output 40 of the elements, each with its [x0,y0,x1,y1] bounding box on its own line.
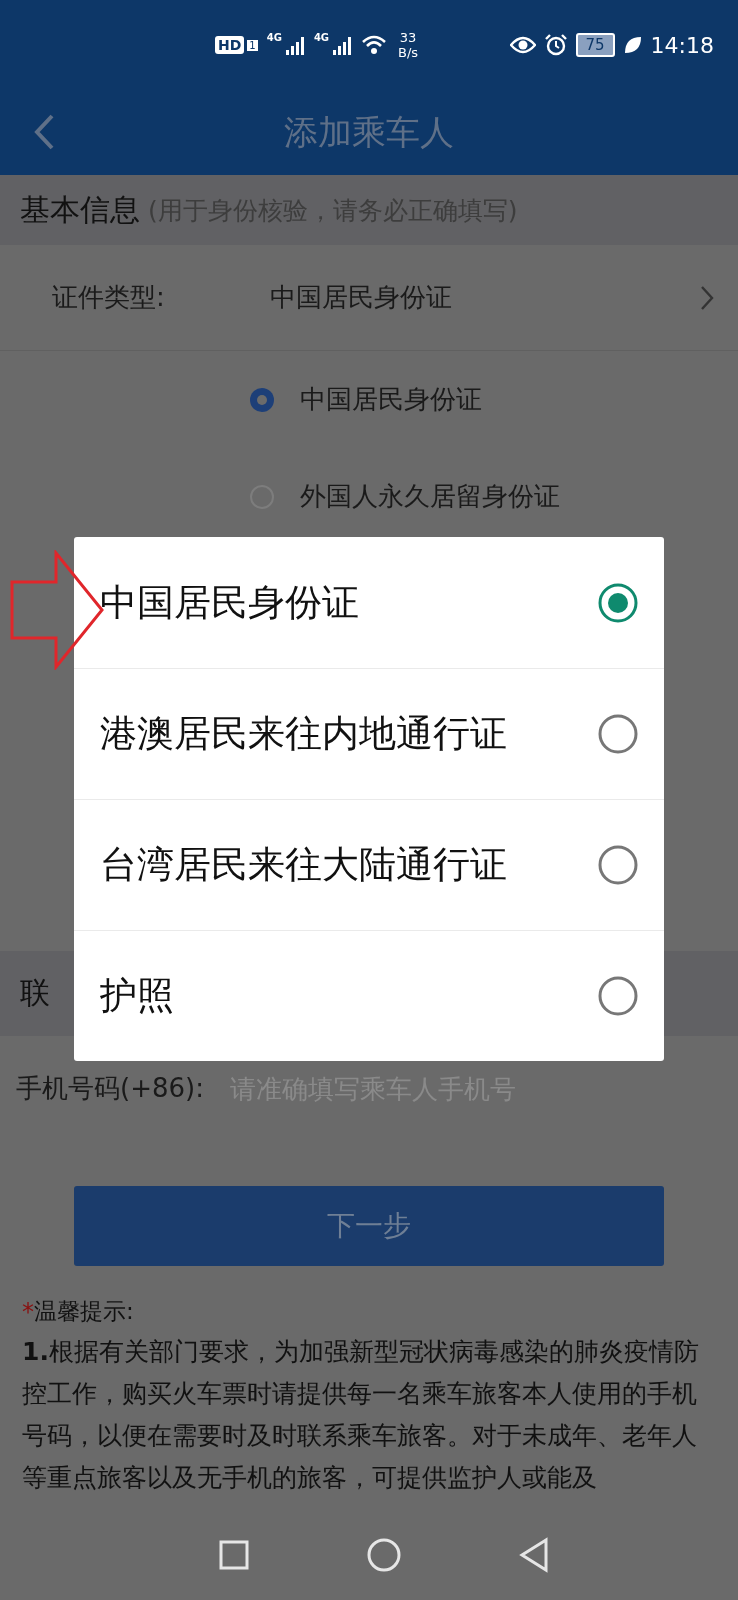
option-item[interactable]: 台湾居民来往大陆通行证 [74,799,664,930]
network-speed: 33 B/s [398,30,419,60]
field-label: 手机号码(+86): [16,1072,204,1105]
field-label: 证件类型: [52,281,166,314]
page-title: 添加乘车人 [284,110,454,154]
option-label: 护照 [100,973,175,1019]
option-label: 港澳居民来往内地通行证 [100,711,508,757]
radio-label: 外国人永久居留身份证 [300,480,560,513]
radio-button[interactable] [596,974,640,1018]
back-icon[interactable] [32,112,56,152]
home-icon[interactable] [366,1537,402,1573]
option-label: 中国居民身份证 [100,579,360,626]
chevron-right-icon [700,284,714,311]
wifi-icon [361,34,388,56]
leaf-icon [622,35,643,55]
battery-indicator: 75 [575,33,615,57]
clock-time: 14:18 [650,32,714,58]
back-nav-icon[interactable] [518,1537,550,1573]
hd-badge: HD [215,36,245,54]
notice-title: 温馨提示: [34,1297,134,1326]
notice-text: 1.根据有关部门要求，为加强新型冠状病毒感染的肺炎疫情防控工作，购买火车票时请提供每一名乘车旅客本人使用的手机号码，以便在需要时及时联系乘车旅客。对于未成年、老年人等重点旅客以及无手机的旅客，可提供监护人或能及 [22,1336,700,1494]
radio-label: 中国居民身份证 [300,383,482,416]
sim-number: 1 [247,39,258,51]
section-title: 基本信息 [20,190,140,229]
radio-button[interactable] [596,843,640,887]
field-value: 中国居民身份证 [270,281,453,314]
recents-icon[interactable] [218,1539,250,1571]
option-label: 台湾居民来往大陆通行证 [100,842,508,888]
radio-button[interactable] [248,385,276,414]
option-item[interactable]: 护照 [74,930,664,1061]
network-label: 4G [313,32,330,43]
alarm-icon [543,33,568,57]
network-label: 4G [266,32,282,43]
signal-icon [284,34,307,56]
section-title: 联 [20,974,50,1012]
eye-icon [509,35,536,55]
option-item[interactable]: 港澳居民来往内地通行证 [74,668,664,799]
option-item[interactable]: 中国居民身份证 [74,537,664,668]
required-mark: * [22,1297,34,1326]
radio-button[interactable] [596,712,640,756]
